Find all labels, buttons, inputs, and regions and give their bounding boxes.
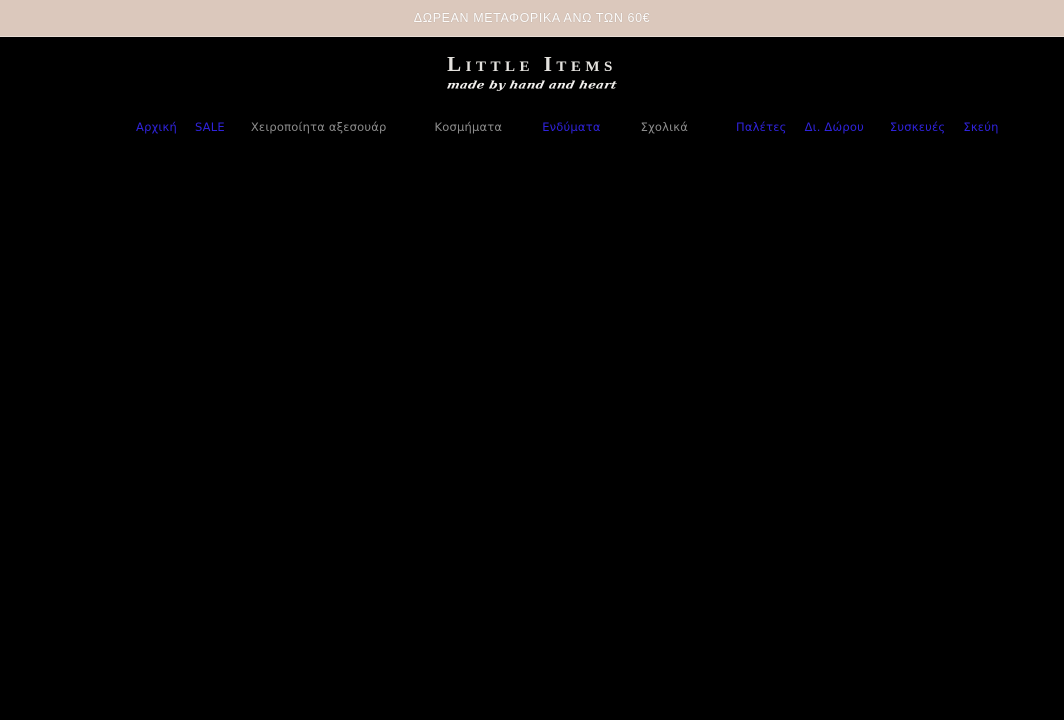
promo-banner-text: ΔΩΡΕΑΝ ΜΕΤΑΦΟΡΙΚΑ ΑΝΩ ΤΩΝ 60€ bbox=[413, 11, 651, 25]
nav-item-arxiki[interactable]: Αρχική bbox=[136, 122, 177, 134]
nav-item-label: Σκεύη bbox=[963, 120, 999, 135]
promo-banner: ΔΩΡΕΑΝ ΜΕΤΑΦΟΡΙΚΑ ΑΝΩ ΤΩΝ 60€ bbox=[0, 0, 1064, 37]
nav-item-appliances[interactable]: Συσκευές bbox=[890, 122, 945, 134]
nav-item-label: Σχολικά bbox=[640, 120, 689, 135]
nav-list: Αρχική SALE Χειροποίητα αξεσουάρ Κοσμήμα… bbox=[0, 112, 1064, 144]
page-content-area bbox=[0, 144, 1064, 720]
main-navigation: Αρχική SALE Χειροποίητα αξεσουάρ Κοσμήμα… bbox=[0, 112, 1064, 144]
nav-item-sale[interactable]: SALE bbox=[195, 122, 225, 134]
nav-item-pallets[interactable]: Παλέτες bbox=[736, 122, 787, 134]
nav-item-label: Χειροποίητα αξεσουάρ bbox=[250, 120, 387, 135]
nav-item-school[interactable]: Σχολικά bbox=[641, 122, 688, 134]
nav-item-label: Κοσμήματα bbox=[434, 120, 503, 135]
site-header: Little Items made by hand and heart bbox=[0, 37, 1064, 112]
logo-tagline: made by hand and heart bbox=[445, 78, 619, 92]
nav-item-label: Συσκευές bbox=[889, 120, 946, 135]
nav-item-clothing[interactable]: Ενδύματα bbox=[542, 122, 600, 134]
nav-item-jewellery[interactable]: Κοσμήματα bbox=[435, 122, 503, 134]
nav-item-handmade-accessories[interactable]: Χειροποίητα αξεσουάρ bbox=[251, 122, 387, 134]
nav-item-label: Παλέτες bbox=[736, 120, 787, 135]
nav-item-kitchenware[interactable]: Σκεύη bbox=[963, 122, 998, 134]
site-logo[interactable]: Little Items made by hand and heart bbox=[0, 52, 1064, 92]
logo-wordmark: Little Items bbox=[447, 52, 617, 76]
nav-item-label: Ενδύματα bbox=[542, 120, 601, 135]
nav-item-label: Δι. Δώρου bbox=[804, 120, 864, 135]
nav-item-gift-card[interactable]: Δι. Δώρου bbox=[805, 122, 864, 134]
nav-item-label: Αρχική bbox=[136, 120, 177, 135]
nav-item-label: SALE bbox=[194, 120, 225, 135]
